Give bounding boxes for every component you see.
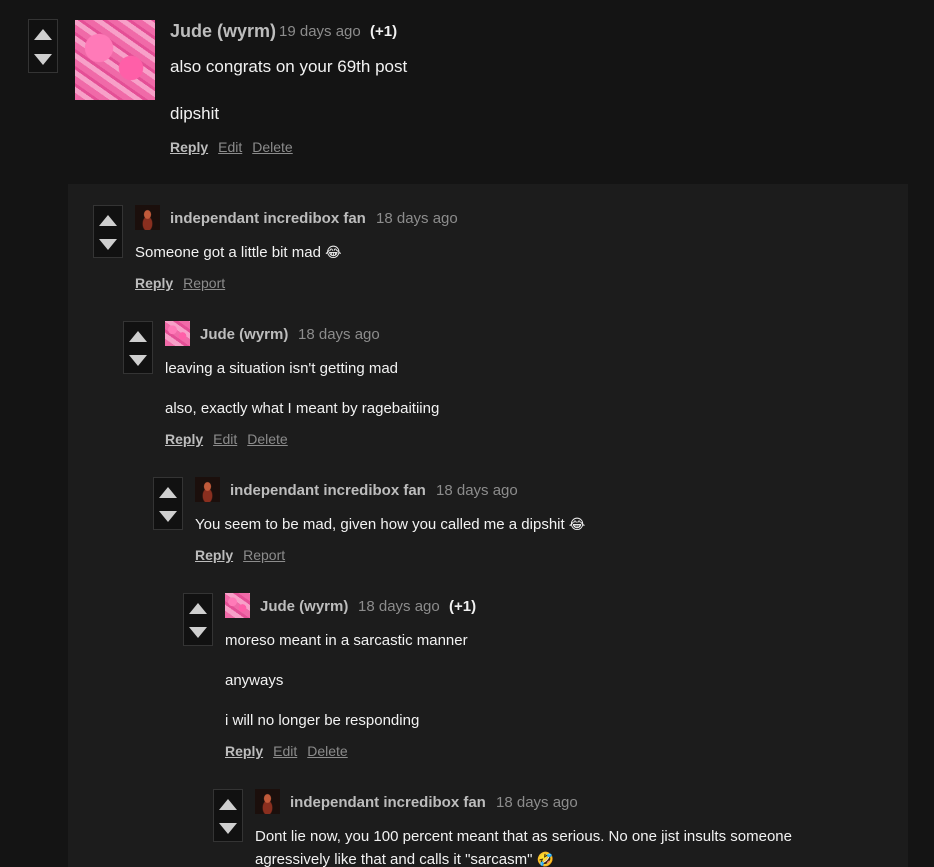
comment-author[interactable]: Jude (wyrm): [200, 326, 288, 343]
delete-link[interactable]: Delete: [252, 139, 292, 155]
report-link[interactable]: Report: [183, 275, 225, 291]
comment-thread: Jude (wyrm) 19 days ago (+1) also congra…: [0, 0, 934, 867]
comment-text-line: leaving a situation isn't getting mad: [165, 360, 399, 377]
avatar[interactable]: [165, 321, 190, 346]
reply-link[interactable]: Reply: [195, 547, 233, 563]
vote-box: [93, 205, 123, 258]
comment-author[interactable]: independant incredibox fan: [170, 210, 366, 227]
report-link[interactable]: Report: [243, 547, 285, 563]
comment-timestamp[interactable]: 18 days ago: [376, 210, 458, 227]
edit-link[interactable]: Edit: [218, 139, 242, 155]
avatar[interactable]: [135, 205, 160, 230]
comment-text-line: anyways: [225, 672, 284, 689]
reply-link[interactable]: Reply: [225, 743, 263, 759]
edit-link[interactable]: Edit: [213, 431, 237, 447]
laughing-emoji-icon: 😂: [325, 244, 342, 260]
avatar[interactable]: [255, 789, 280, 814]
downvote-arrow-icon[interactable]: [34, 54, 52, 65]
comment-text-line: You seem to be mad, given how you called…: [195, 516, 585, 533]
downvote-arrow-icon[interactable]: [129, 355, 147, 366]
comment-timestamp[interactable]: 19 days ago: [279, 23, 361, 40]
upvote-arrow-icon[interactable]: [99, 215, 117, 226]
comment-author[interactable]: independant incredibox fan: [230, 482, 426, 499]
comment-author[interactable]: Jude (wyrm): [260, 598, 348, 615]
delete-link[interactable]: Delete: [247, 431, 287, 447]
comment-timestamp[interactable]: 18 days ago: [358, 598, 440, 615]
comment-author[interactable]: independant incredibox fan: [290, 794, 486, 811]
laughing-emoji-icon: 😂: [568, 516, 586, 532]
comment-text-line: also, exactly what I meant by ragebaitii…: [165, 400, 440, 417]
upvote-arrow-icon[interactable]: [219, 799, 237, 810]
avatar[interactable]: [225, 593, 250, 618]
rofl-emoji-icon: 🤣: [536, 851, 555, 867]
comment-text-line: also congrats on your 69th post: [170, 57, 408, 76]
downvote-arrow-icon[interactable]: [189, 627, 207, 638]
comment-actions: Reply Edit Delete: [170, 139, 303, 155]
avatar[interactable]: [75, 20, 155, 100]
comment-score: (+1): [370, 23, 398, 40]
upvote-arrow-icon[interactable]: [189, 603, 207, 614]
comment-actions: Reply Edit Delete: [165, 431, 298, 447]
vote-box: [183, 593, 213, 646]
edit-link[interactable]: Edit: [273, 743, 297, 759]
comment-author[interactable]: Jude (wyrm): [170, 21, 276, 42]
vote-box: [153, 477, 183, 530]
upvote-arrow-icon[interactable]: [34, 29, 52, 40]
upvote-arrow-icon[interactable]: [129, 331, 147, 342]
vote-box: [123, 321, 153, 374]
comment-text: You seem to be mad, given how you called…: [195, 516, 565, 533]
avatar[interactable]: [195, 477, 220, 502]
vote-box: [213, 789, 243, 842]
comment-actions: Reply Report: [195, 547, 295, 563]
comment-text-line: dipshit: [170, 104, 220, 123]
delete-link[interactable]: Delete: [307, 743, 347, 759]
reply-link[interactable]: Reply: [135, 275, 173, 291]
comment-text-line: agressively like that and calls it "sarc…: [255, 851, 554, 867]
upvote-arrow-icon[interactable]: [159, 487, 177, 498]
comment-text-line: Dont lie now, you 100 percent meant that…: [255, 828, 792, 845]
comment-text-line: i will no longer be responding: [225, 712, 420, 729]
comment-text-line: moreso meant in a sarcastic manner: [225, 632, 468, 649]
reply-link[interactable]: Reply: [170, 139, 208, 155]
vote-box: [28, 19, 58, 73]
comment-text-line: Someone got a little bit mad 😂: [135, 244, 341, 261]
comment-actions: Reply Edit Delete: [225, 743, 358, 759]
reply-link[interactable]: Reply: [165, 431, 203, 447]
comment-text: Someone got a little bit mad: [135, 244, 321, 261]
comment-timestamp[interactable]: 18 days ago: [496, 794, 578, 811]
comment-text: agressively like that and calls it "sarc…: [255, 851, 533, 867]
downvote-arrow-icon[interactable]: [159, 511, 177, 522]
comment-score: (+1): [449, 598, 477, 615]
comment-actions: Reply Report: [135, 275, 235, 291]
downvote-arrow-icon[interactable]: [219, 823, 237, 834]
comment-timestamp[interactable]: 18 days ago: [298, 326, 380, 343]
comment-timestamp[interactable]: 18 days ago: [436, 482, 518, 499]
downvote-arrow-icon[interactable]: [99, 239, 117, 250]
